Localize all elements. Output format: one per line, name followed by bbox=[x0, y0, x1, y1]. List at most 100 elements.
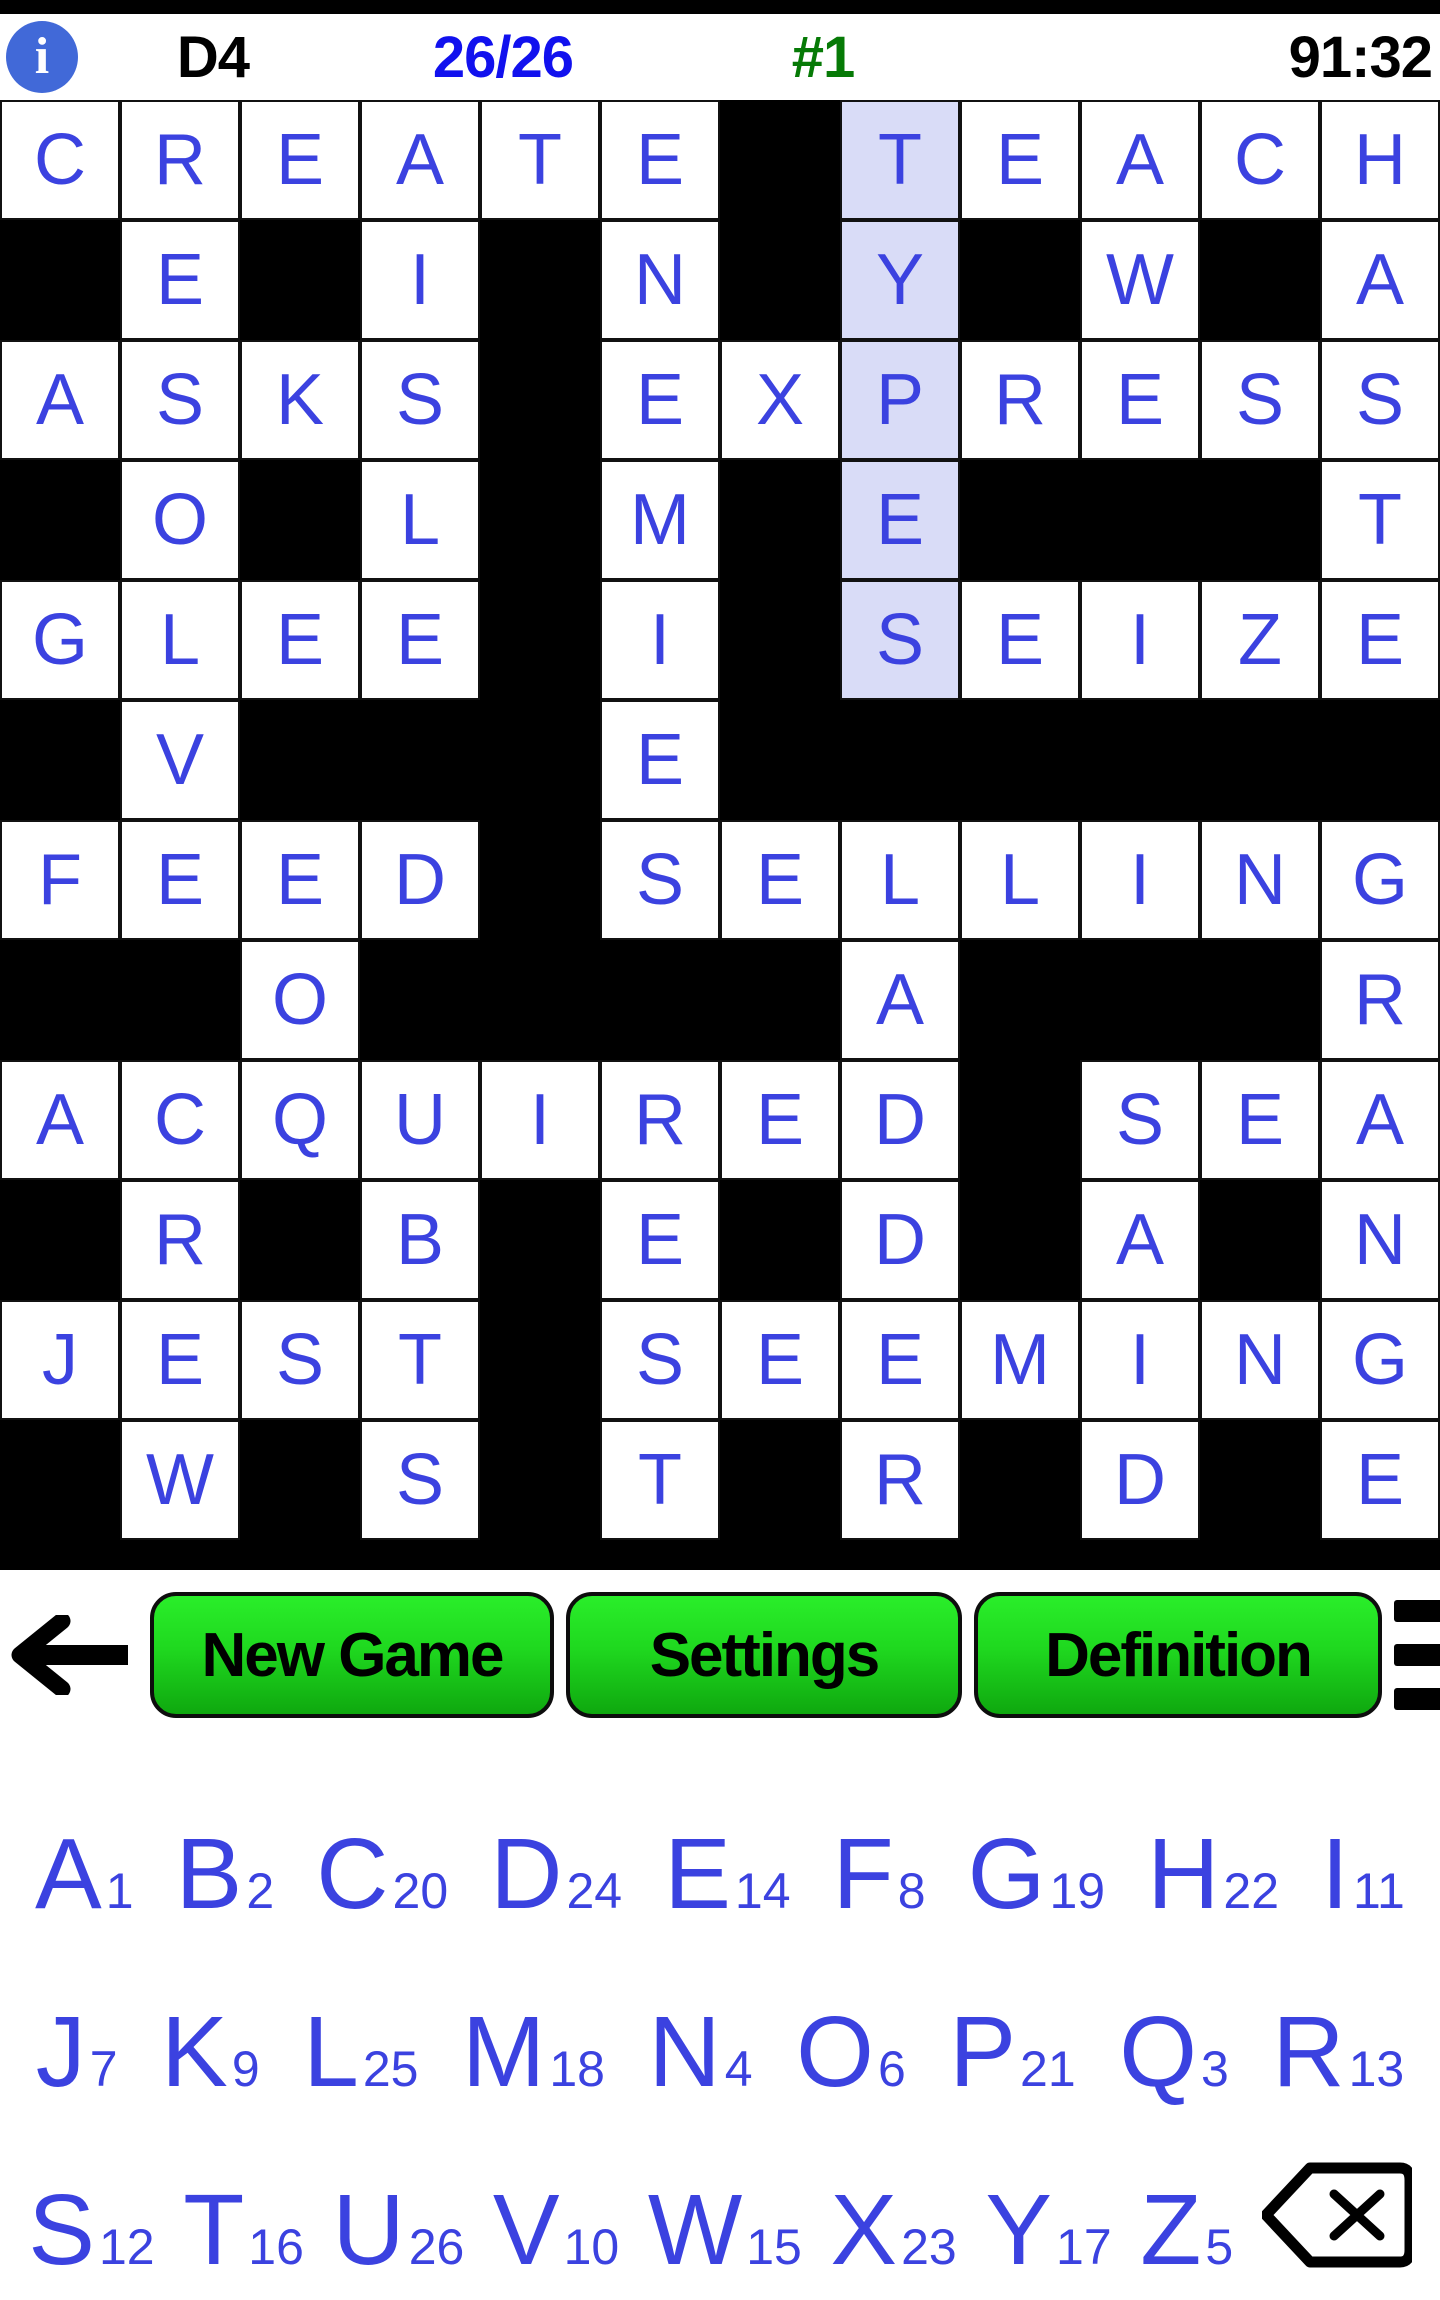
grid-cell-letter[interactable]: T bbox=[480, 100, 600, 220]
grid-cell-letter[interactable]: P bbox=[840, 340, 960, 460]
grid-cell-letter[interactable]: A bbox=[1320, 220, 1440, 340]
grid-cell-letter[interactable]: A bbox=[1320, 1060, 1440, 1180]
grid-cell-letter[interactable]: O bbox=[240, 940, 360, 1060]
letter-key-n[interactable]: N4 bbox=[649, 2002, 753, 2102]
grid-cell-letter[interactable]: C bbox=[120, 1060, 240, 1180]
grid-cell-letter[interactable]: L bbox=[840, 820, 960, 940]
grid-cell-letter[interactable]: N bbox=[600, 220, 720, 340]
grid-cell-letter[interactable]: H bbox=[1320, 100, 1440, 220]
grid-cell-letter[interactable]: A bbox=[840, 940, 960, 1060]
grid-cell-letter[interactable]: Z bbox=[1200, 580, 1320, 700]
grid-cell-letter[interactable]: E bbox=[360, 580, 480, 700]
grid-cell-letter[interactable]: G bbox=[1320, 1300, 1440, 1420]
grid-cell-letter[interactable]: S bbox=[120, 340, 240, 460]
grid-cell-letter[interactable]: A bbox=[1080, 1180, 1200, 1300]
grid-cell-letter[interactable]: E bbox=[1080, 340, 1200, 460]
letter-key-h[interactable]: H 22 bbox=[1147, 1824, 1279, 1924]
grid-cell-letter[interactable]: L bbox=[360, 460, 480, 580]
grid-cell-letter[interactable]: E bbox=[1200, 1060, 1320, 1180]
info-icon[interactable]: i bbox=[6, 21, 78, 93]
backspace-icon[interactable] bbox=[1261, 2160, 1412, 2280]
letter-key-m[interactable]: M 18 bbox=[462, 2002, 605, 2102]
grid-cell-letter[interactable]: R bbox=[840, 1420, 960, 1540]
grid-cell-letter[interactable]: W bbox=[120, 1420, 240, 1540]
grid-cell-letter[interactable]: S bbox=[360, 1420, 480, 1540]
grid-cell-letter[interactable]: I bbox=[600, 580, 720, 700]
letter-key-y[interactable]: Y 17 bbox=[985, 2180, 1111, 2280]
grid-cell-letter[interactable]: E bbox=[600, 1180, 720, 1300]
grid-cell-letter[interactable]: G bbox=[0, 580, 120, 700]
grid-cell-letter[interactable]: R bbox=[120, 100, 240, 220]
grid-cell-letter[interactable]: F bbox=[0, 820, 120, 940]
grid-cell-letter[interactable]: N bbox=[1200, 1300, 1320, 1420]
grid-cell-letter[interactable]: A bbox=[0, 340, 120, 460]
grid-cell-letter[interactable]: L bbox=[960, 820, 1080, 940]
letter-keyboard[interactable]: A 1 B 2 C 20 D 24 E 14 F 8 G 19 H 22 I 11 J 7 K 9 L 25 M 18 N 4 O 6 P 2… bbox=[0, 1740, 1440, 2300]
grid-cell-letter[interactable]: E bbox=[120, 820, 240, 940]
grid-cell-letter[interactable]: R bbox=[600, 1060, 720, 1180]
letter-key-w[interactable]: W 15 bbox=[648, 2180, 802, 2280]
grid-cell-letter[interactable]: T bbox=[600, 1420, 720, 1540]
letter-key-t[interactable]: T 16 bbox=[183, 2180, 304, 2280]
letter-key-c[interactable]: C 20 bbox=[316, 1824, 448, 1924]
grid-cell-letter[interactable]: E bbox=[120, 220, 240, 340]
letter-key-p[interactable]: P 21 bbox=[949, 2002, 1075, 2102]
grid-cell-letter[interactable]: I bbox=[1080, 1300, 1200, 1420]
grid-cell-letter[interactable]: E bbox=[600, 100, 720, 220]
grid-cell-letter[interactable]: E bbox=[240, 100, 360, 220]
grid-cell-letter[interactable]: B bbox=[360, 1180, 480, 1300]
letter-key-i[interactable]: I 11 bbox=[1321, 1824, 1405, 1924]
letter-key-r[interactable]: R 13 bbox=[1272, 2002, 1404, 2102]
letter-key-s[interactable]: S 12 bbox=[28, 2180, 154, 2280]
grid-cell-letter[interactable]: E bbox=[960, 580, 1080, 700]
grid-cell-letter[interactable]: G bbox=[1320, 820, 1440, 940]
grid-cell-letter[interactable]: D bbox=[840, 1060, 960, 1180]
letter-key-u[interactable]: U 26 bbox=[332, 2180, 464, 2280]
letter-key-v[interactable]: V 10 bbox=[493, 2180, 619, 2280]
grid-cell-letter[interactable]: N bbox=[1200, 820, 1320, 940]
definition-button[interactable]: Definition bbox=[974, 1592, 1382, 1718]
grid-cell-letter[interactable]: O bbox=[120, 460, 240, 580]
grid-cell-letter[interactable]: E bbox=[600, 700, 720, 820]
letter-key-j[interactable]: J7 bbox=[36, 2002, 118, 2102]
grid-cell-letter[interactable]: V bbox=[120, 700, 240, 820]
settings-button[interactable]: Settings bbox=[566, 1592, 962, 1718]
crossword-grid[interactable]: CREATETEACHEINYWAASKSEXPRESSOLMETGLEEISE… bbox=[0, 100, 1440, 1560]
grid-cell-letter[interactable]: S bbox=[840, 580, 960, 700]
letter-key-o[interactable]: O6 bbox=[796, 2002, 906, 2102]
grid-cell-letter[interactable]: A bbox=[1080, 100, 1200, 220]
grid-cell-letter[interactable]: A bbox=[0, 1060, 120, 1180]
grid-cell-letter[interactable]: E bbox=[720, 1300, 840, 1420]
grid-cell-letter[interactable]: S bbox=[360, 340, 480, 460]
grid-cell-letter[interactable]: A bbox=[360, 100, 480, 220]
grid-cell-letter[interactable]: C bbox=[0, 100, 120, 220]
grid-cell-letter[interactable]: J bbox=[0, 1300, 120, 1420]
grid-cell-letter[interactable]: T bbox=[360, 1300, 480, 1420]
grid-cell-letter[interactable]: E bbox=[1320, 580, 1440, 700]
grid-cell-letter[interactable]: E bbox=[840, 1300, 960, 1420]
grid-cell-letter[interactable]: W bbox=[1080, 220, 1200, 340]
grid-cell-letter[interactable]: D bbox=[360, 820, 480, 940]
grid-cell-letter[interactable]: E bbox=[960, 100, 1080, 220]
grid-cell-letter[interactable]: S bbox=[1320, 340, 1440, 460]
grid-cell-letter[interactable]: I bbox=[480, 1060, 600, 1180]
hamburger-menu-icon[interactable] bbox=[1394, 1600, 1440, 1710]
grid-cell-letter[interactable]: M bbox=[960, 1300, 1080, 1420]
letter-key-g[interactable]: G 19 bbox=[968, 1824, 1105, 1924]
letter-key-e[interactable]: E 14 bbox=[664, 1824, 790, 1924]
back-arrow-icon[interactable] bbox=[0, 1615, 150, 1695]
grid-cell-letter[interactable]: K bbox=[240, 340, 360, 460]
grid-cell-letter[interactable]: R bbox=[960, 340, 1080, 460]
grid-cell-letter[interactable]: S bbox=[240, 1300, 360, 1420]
letter-key-f[interactable]: F8 bbox=[833, 1824, 926, 1924]
grid-cell-letter[interactable]: R bbox=[1320, 940, 1440, 1060]
grid-cell-letter[interactable]: U bbox=[360, 1060, 480, 1180]
grid-cell-letter[interactable]: I bbox=[1080, 580, 1200, 700]
grid-cell-letter[interactable]: S bbox=[600, 1300, 720, 1420]
grid-cell-letter[interactable]: X bbox=[720, 340, 840, 460]
new-game-button[interactable]: New Game bbox=[150, 1592, 554, 1718]
grid-cell-letter[interactable]: Y bbox=[840, 220, 960, 340]
letter-key-x[interactable]: X 23 bbox=[830, 2180, 956, 2280]
letter-key-l[interactable]: L 25 bbox=[303, 2002, 418, 2102]
grid-cell-letter[interactable]: E bbox=[840, 460, 960, 580]
